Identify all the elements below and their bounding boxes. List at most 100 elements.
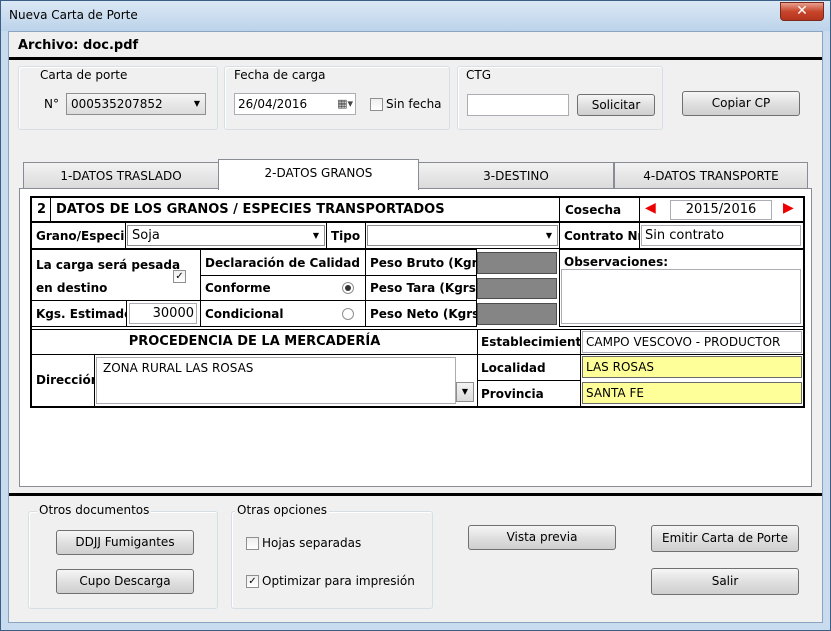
top-divider (9, 57, 822, 60)
provincia-field[interactable]: SANTA FE (582, 382, 802, 404)
tab-datos-transporte[interactable]: 4-DATOS TRANSPORTE (614, 162, 808, 189)
conforme-cell: Conforme (200, 275, 366, 301)
peso-tara-field (477, 278, 557, 299)
calendar-icon[interactable]: ▦▾ (337, 94, 353, 114)
grano-label-cell: Grano/Especie (31, 222, 132, 249)
salir-button[interactable]: Salir (651, 568, 799, 595)
optimizar-label: Optimizar para impresión (262, 574, 415, 588)
otras-opciones-group (231, 511, 433, 609)
cosecha-value[interactable]: 2015/2016 (670, 200, 772, 220)
tipo-label: Tipo (331, 229, 361, 243)
solicitar-button[interactable]: Solicitar (577, 94, 655, 116)
copiar-cp-button[interactable]: Copiar CP (682, 91, 800, 116)
contrato-input[interactable]: Sin contrato (641, 225, 801, 246)
establecimiento-label: Establecimiento (481, 335, 590, 349)
direccion-cell: ZONA RURAL LAS ROSAS ▼ (94, 354, 478, 407)
close-button[interactable]: ✕ (780, 2, 824, 21)
observaciones-input[interactable] (561, 269, 801, 324)
cosecha-selector-cell: ◀ 2015/2016 ▶ (639, 197, 804, 222)
cosecha-label-cell: Cosecha (559, 197, 640, 222)
arrow-left-icon[interactable]: ◀ (645, 200, 656, 216)
fecha-carga-label: Fecha de carga (232, 68, 328, 82)
emitir-carta-button[interactable]: Emitir Carta de Porte (651, 525, 799, 552)
provincia-label: Provincia (481, 387, 544, 401)
section-title-cell: DATOS DE LOS GRANOS / ESPECIES TRANSPORT… (50, 197, 560, 222)
grano-value: Soja (132, 228, 160, 243)
arrow-right-icon[interactable]: ▶ (783, 200, 794, 216)
vista-previa-button[interactable]: Vista previa (468, 525, 616, 550)
ddjj-fumigantes-button[interactable]: DDJJ Fumigantes (56, 530, 194, 555)
pesada-label-2: en destino (36, 281, 108, 295)
fecha-carga-input[interactable]: 26/04/2016 ▦▾ (234, 93, 356, 115)
tab-datos-granos[interactable]: 2-DATOS GRANOS (218, 159, 419, 190)
cosecha-label: Cosecha (565, 203, 622, 217)
chevron-down-icon[interactable]: ▼ (456, 382, 474, 402)
peso-bruto-field (477, 252, 557, 274)
condicional-radio[interactable] (342, 308, 354, 320)
hojas-separadas-label: Hojas separadas (262, 536, 362, 550)
peso-tara-label: Peso Tara (Kgrs.) (370, 281, 486, 295)
kgs-estimados-input[interactable]: 30000 (129, 303, 197, 324)
direccion-input[interactable]: ZONA RURAL LAS ROSAS (96, 357, 456, 404)
condicional-cell: Condicional (200, 300, 366, 327)
sin-fecha-label: Sin fecha (386, 97, 442, 111)
otros-documentos-label: Otros documentos (37, 503, 152, 517)
peso-bruto-label-cell: Peso Bruto (Kgrs.) (365, 249, 495, 276)
conforme-radio[interactable] (342, 282, 354, 294)
nro-value: 000535207852 (71, 97, 163, 111)
main-window: Nueva Carta de Porte ✕ Archivo: doc.pdf … (0, 0, 831, 631)
declaracion-label: Declaración de Calidad (205, 256, 360, 270)
section-number: 2 (37, 202, 47, 217)
condicional-label: Condicional (205, 307, 284, 321)
optimizar-checkbox[interactable]: ✓ (246, 575, 259, 588)
cupo-descarga-button[interactable]: Cupo Descarga (56, 569, 194, 594)
client-area: Archivo: doc.pdf Carta de porte N° 00053… (8, 31, 823, 623)
establecimiento-cell: CAMPO VESCOVO - PRODUCTOR (580, 329, 804, 355)
window-title: Nueva Carta de Porte (9, 8, 138, 22)
peso-neto-label: Peso Neto (Kgrs.) (370, 307, 490, 321)
section-title: DATOS DE LOS GRANOS / ESPECIES TRANSPORT… (56, 202, 445, 217)
contrato-cell: Sin contrato (639, 222, 804, 249)
observaciones-label: Observaciones: (564, 255, 669, 269)
sin-fecha-checkbox[interactable] (370, 98, 383, 111)
peso-neto-label-cell: Peso Neto (Kgrs.) (365, 300, 489, 327)
pesada-label-1: La carga será pesada (36, 258, 181, 272)
section-number-cell: 2 (31, 197, 51, 222)
pesada-cell: La carga será pesada en destino ✓ (31, 249, 201, 301)
localidad-field[interactable]: LAS ROSAS (582, 356, 802, 378)
tipo-combo[interactable]: ▼ (367, 225, 558, 246)
grano-combo[interactable]: Soja ▼ (127, 225, 325, 246)
kgs-estimados-label-cell: Kgs. Estimados (31, 300, 140, 327)
tipo-combo-cell: ▼ (365, 222, 560, 249)
peso-neto-field (477, 303, 557, 325)
kgs-estimados-cell: 30000 (126, 300, 201, 327)
observaciones-cell: Observaciones: (559, 249, 804, 327)
pesada-checkbox[interactable]: ✓ (173, 270, 186, 283)
otros-documentos-group (28, 511, 218, 609)
procedencia-title: PROCEDENCIA DE LA MERCADERÍA (128, 334, 381, 349)
grano-combo-cell: Soja ▼ (125, 222, 327, 249)
tipo-label-cell: Tipo (326, 222, 366, 249)
localidad-label-cell: Localidad (477, 354, 581, 381)
bottom-divider (9, 493, 822, 496)
archivo-label: Archivo: doc.pdf (18, 38, 139, 53)
otras-opciones-label: Otras opciones (235, 503, 329, 517)
ctg-input[interactable] (467, 94, 569, 116)
conforme-label: Conforme (205, 281, 271, 295)
tab-datos-traslado[interactable]: 1-DATOS TRASLADO (23, 162, 219, 189)
kgs-estimados-label: Kgs. Estimados (36, 307, 140, 321)
peso-tara-label-cell: Peso Tara (Kgrs.) (365, 275, 486, 301)
declaracion-cell: Declaración de Calidad (200, 249, 366, 276)
provincia-label-cell: Provincia (477, 380, 581, 407)
direccion-label: Dirección (36, 373, 100, 387)
chevron-down-icon: ▼ (312, 231, 320, 240)
hojas-separadas-checkbox[interactable] (246, 537, 259, 550)
tab-destino[interactable]: 3-DESTINO (418, 162, 614, 189)
title-bar[interactable]: Nueva Carta de Porte ✕ (1, 1, 830, 31)
contrato-label-cell: Contrato Nro (559, 222, 652, 249)
nro-combo[interactable]: 000535207852 ▼ (66, 93, 206, 115)
establecimiento-input[interactable]: CAMPO VESCOVO - PRODUCTOR (582, 331, 802, 353)
ctg-label: CTG (464, 68, 494, 82)
procedencia-title-cell: PROCEDENCIA DE LA MERCADERÍA (31, 329, 478, 355)
localidad-label: Localidad (481, 361, 546, 375)
